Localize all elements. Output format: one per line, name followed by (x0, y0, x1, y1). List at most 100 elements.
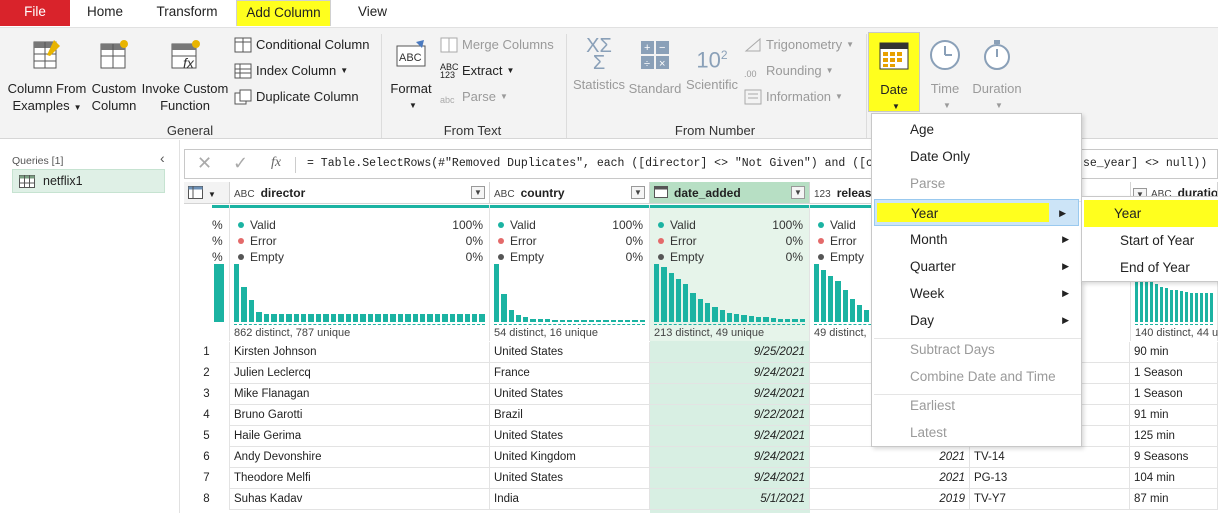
table-icon (188, 186, 203, 199)
column-header-director[interactable]: ABC director ▼ (230, 182, 490, 204)
menu-item-date-only[interactable]: Date Only (872, 143, 1081, 170)
table-menu-button[interactable]: ▼ (184, 182, 230, 204)
statistics-button[interactable]: ΧΣ Σ Statistics (571, 36, 627, 93)
formula-text[interactable]: = Table.SelectRows(#"Removed Duplicates"… (307, 157, 894, 170)
cell-country[interactable]: United States (490, 468, 650, 489)
table-row[interactable]: 7 Theodore Melfi United States 9/24/2021 202… (184, 468, 1218, 489)
cell-date-added[interactable]: 9/25/2021 (650, 342, 810, 363)
menu-item-end-of-year[interactable]: End of Year (1082, 254, 1218, 281)
row-number[interactable]: 4 (184, 405, 230, 426)
fx-icon[interactable]: fx (271, 155, 281, 171)
cell-director[interactable]: Julien Leclercq (230, 363, 490, 384)
cell-date-added[interactable]: 9/22/2021 (650, 405, 810, 426)
cell-date-added[interactable]: 9/24/2021 (650, 363, 810, 384)
row-number[interactable]: 5 (184, 426, 230, 447)
cell-country[interactable]: United Kingdom (490, 447, 650, 468)
parse-button[interactable]: abc Parse ▼ (440, 86, 508, 108)
histogram-bar (821, 269, 827, 322)
row-number[interactable]: 1 (184, 342, 230, 363)
menu-item-latest: Latest (910, 425, 947, 440)
cell-country[interactable]: India (490, 489, 650, 510)
duration-button[interactable]: Duration ▼ (970, 38, 1024, 114)
cell-country[interactable]: France (490, 363, 650, 384)
cell-rating[interactable]: TV-Y7 (970, 489, 1130, 510)
cell-release-year[interactable]: 2019 (810, 489, 970, 510)
cell-date-added[interactable]: 5/1/2021 (650, 489, 810, 510)
query-item-netflix1[interactable]: netflix1 (12, 169, 165, 193)
menu-item-month[interactable]: Month ▶ (872, 226, 1081, 253)
cell-country[interactable]: United States (490, 342, 650, 363)
date-button[interactable]: Date ▼ (868, 32, 920, 112)
row-number[interactable]: 2 (184, 363, 230, 384)
table-row[interactable]: 6 Andy Devonshire United Kingdom 9/24/2021 2… (184, 447, 1218, 468)
merge-columns-button[interactable]: Merge Columns (440, 34, 554, 56)
cell-country[interactable]: United States (490, 426, 650, 447)
menu-item-quarter[interactable]: Quarter ▶ (872, 253, 1081, 280)
tab-add-column[interactable]: Add Column (236, 0, 331, 26)
collapse-chevron-icon[interactable]: ‹ (160, 150, 165, 166)
cell-duration[interactable]: 1 Season (1130, 384, 1218, 405)
tab-file[interactable]: File (0, 0, 70, 26)
cell-director[interactable]: Kirsten Johnson (230, 342, 490, 363)
cell-director[interactable]: Mike Flanagan (230, 384, 490, 405)
cell-duration[interactable]: 1 Season (1130, 363, 1218, 384)
tab-home[interactable]: Home (75, 0, 135, 26)
row-number[interactable]: 6 (184, 447, 230, 468)
menu-item-week[interactable]: Week ▶ (872, 280, 1081, 307)
cell-duration[interactable]: 91 min (1130, 405, 1218, 426)
cell-director[interactable]: Haile Gerima (230, 426, 490, 447)
cell-date-added[interactable]: 9/24/2021 (650, 384, 810, 405)
commit-icon[interactable]: ✓ (233, 153, 248, 174)
column-from-examples-button[interactable]: Column From Examples ▼ (6, 38, 88, 116)
column-header-country[interactable]: ABC country ▼ (490, 182, 650, 204)
column-header-date-added[interactable]: date_added ▼ (650, 182, 810, 204)
menu-item-year[interactable]: Year ▶ (874, 199, 1079, 226)
duplicate-column-button[interactable]: Duplicate Column (234, 86, 359, 108)
standard-button[interactable]: + − ÷ × Standard (627, 38, 683, 97)
menu-item-day[interactable]: Day ▶ (872, 307, 1081, 334)
cell-rating[interactable]: TV-14 (970, 447, 1130, 468)
cell-country[interactable]: Brazil (490, 405, 650, 426)
information-button[interactable]: Information ▼ (744, 86, 843, 108)
index-column-button[interactable]: Index Column ▼ (234, 60, 348, 82)
cell-director[interactable]: Bruno Garotti (230, 405, 490, 426)
cell-director[interactable]: Andy Devonshire (230, 447, 490, 468)
extract-button[interactable]: ABC 123 Extract ▼ (440, 60, 514, 82)
row-number[interactable]: 8 (184, 489, 230, 510)
cell-duration[interactable]: 9 Seasons (1130, 447, 1218, 468)
filter-icon[interactable]: ▼ (471, 186, 485, 199)
menu-item-age[interactable]: Age (872, 116, 1081, 143)
cell-director[interactable]: Theodore Melfi (230, 468, 490, 489)
rounding-button[interactable]: .00 Rounding ▼ (744, 60, 834, 82)
cell-duration[interactable]: 125 min (1130, 426, 1218, 447)
row-number[interactable]: 7 (184, 468, 230, 489)
cell-director[interactable]: Suhas Kadav (230, 489, 490, 510)
time-button[interactable]: Time ▼ (924, 38, 966, 114)
format-button[interactable]: ABC Format ▼ (386, 38, 436, 114)
cell-release-year[interactable]: 2021 (810, 468, 970, 489)
cell-release-year[interactable]: 2021 (810, 447, 970, 468)
conditional-column-button[interactable]: Conditional Column (234, 34, 369, 56)
cell-date-added[interactable]: 9/24/2021 (650, 468, 810, 489)
filter-icon[interactable]: ▼ (791, 186, 805, 199)
row-number[interactable]: 3 (184, 384, 230, 405)
scientific-button[interactable]: 102 Scientific (683, 38, 741, 93)
cell-duration[interactable]: 90 min (1130, 342, 1218, 363)
menu-item-start-of-year[interactable]: Start of Year (1082, 227, 1218, 254)
cancel-icon[interactable]: ✕ (197, 153, 212, 174)
invoke-custom-function-button[interactable]: fx Invoke Custom Function (140, 38, 230, 114)
cell-date-added[interactable]: 9/24/2021 (650, 447, 810, 468)
filter-icon[interactable]: ▼ (631, 186, 645, 199)
tab-transform[interactable]: Transform (147, 0, 227, 26)
histogram-bar (849, 298, 855, 322)
cell-rating[interactable]: PG-13 (970, 468, 1130, 489)
cell-country[interactable]: United States (490, 384, 650, 405)
custom-column-button[interactable]: Custom Column (90, 38, 138, 114)
cell-duration[interactable]: 104 min (1130, 468, 1218, 489)
table-row[interactable]: 8 Suhas Kadav India 5/1/2021 2019 TV-Y7 87 min (184, 489, 1218, 510)
cell-date-added[interactable]: 9/24/2021 (650, 426, 810, 447)
tab-view[interactable]: View (345, 0, 400, 26)
cell-duration[interactable]: 87 min (1130, 489, 1218, 510)
menu-item-year-value[interactable]: Year (1084, 200, 1218, 227)
trigonometry-button[interactable]: Trigonometry ▼ (744, 34, 854, 56)
